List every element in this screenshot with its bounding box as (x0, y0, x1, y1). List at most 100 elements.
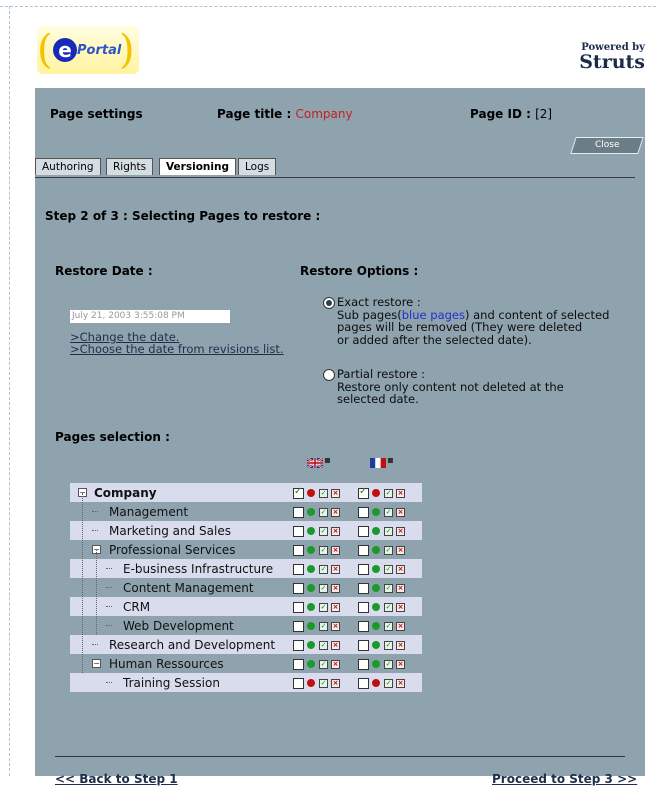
status-dot-icon (372, 508, 380, 516)
restore-checkbox-fr[interactable] (358, 564, 369, 575)
delete-icon[interactable]: × (396, 603, 405, 612)
page-settings-title: Page settings (50, 107, 143, 121)
delete-icon[interactable]: × (331, 508, 340, 517)
restore-checkbox-en[interactable] (293, 621, 304, 632)
tab-rights[interactable]: Rights (106, 158, 154, 175)
delete-icon[interactable]: × (331, 660, 340, 669)
restore-checkbox-en[interactable] (293, 564, 304, 575)
tree-connector (106, 682, 112, 683)
check-icon[interactable]: ✓ (319, 603, 328, 612)
status-dot-icon (372, 565, 380, 573)
check-icon[interactable]: ✓ (319, 584, 328, 593)
fr-flag-caret-icon: ▪ (387, 455, 394, 466)
restore-checkbox-fr[interactable] (358, 621, 369, 632)
status-dot-icon (307, 584, 315, 592)
status-dot-icon (307, 565, 315, 573)
restore-checkbox-en[interactable] (293, 659, 304, 670)
delete-icon[interactable]: × (396, 584, 405, 593)
restore-checkbox-en[interactable] (293, 583, 304, 594)
delete-icon[interactable]: × (396, 660, 405, 669)
tree-row: Training Session ✓ × ✓ × (70, 673, 422, 692)
check-icon[interactable]: ✓ (384, 641, 393, 650)
delete-icon[interactable]: × (331, 603, 340, 612)
restore-checkbox-fr[interactable] (358, 526, 369, 537)
restore-checkbox-en[interactable] (293, 602, 304, 613)
check-icon[interactable]: ✓ (319, 489, 328, 498)
restore-checkbox-en[interactable] (293, 486, 304, 499)
proceed-to-step-3-link[interactable]: Proceed to Step 3 >> (492, 772, 637, 786)
status-dot-icon (372, 622, 380, 630)
check-icon[interactable]: ✓ (319, 508, 328, 517)
restore-checkbox-fr[interactable] (358, 659, 369, 670)
restore-checkbox-fr[interactable] (358, 507, 369, 518)
restore-checkbox-fr[interactable] (358, 545, 369, 556)
delete-icon[interactable]: × (396, 508, 405, 517)
partial-restore-radio[interactable] (323, 369, 335, 381)
settings-panel: Page settings Page title : Company Page … (35, 88, 645, 786)
check-icon[interactable]: ✓ (384, 527, 393, 536)
delete-icon[interactable]: × (396, 546, 405, 555)
check-icon[interactable]: ✓ (319, 622, 328, 631)
back-to-step-1-link[interactable]: << Back to Step 1 (55, 772, 178, 786)
status-dot-icon (372, 641, 380, 649)
check-icon[interactable]: ✓ (319, 527, 328, 536)
status-dot-icon (372, 603, 380, 611)
restore-checkbox-fr[interactable] (358, 583, 369, 594)
tab-authoring[interactable]: Authoring (35, 158, 101, 175)
restore-checkbox-en[interactable] (293, 640, 304, 651)
check-icon[interactable]: ✓ (319, 641, 328, 650)
check-icon[interactable]: ✓ (319, 546, 328, 555)
check-icon[interactable]: ✓ (384, 489, 393, 498)
status-dot-icon (372, 546, 380, 554)
delete-icon[interactable]: × (331, 584, 340, 593)
delete-icon[interactable]: × (396, 622, 405, 631)
delete-icon[interactable]: × (396, 641, 405, 650)
delete-icon[interactable]: × (331, 546, 340, 555)
collapse-toggle-icon[interactable]: − (92, 659, 101, 668)
check-icon[interactable]: ✓ (384, 508, 393, 517)
status-dot-icon (372, 679, 380, 687)
restore-checkbox-fr[interactable] (358, 640, 369, 651)
tree-row: CRM ✓ × ✓ × (70, 597, 422, 616)
status-dot-icon (307, 622, 315, 630)
delete-icon[interactable]: × (331, 489, 340, 498)
exact-restore-radio[interactable] (323, 297, 335, 309)
delete-icon[interactable]: × (331, 679, 340, 688)
check-icon[interactable]: ✓ (384, 546, 393, 555)
delete-icon[interactable]: × (331, 622, 340, 631)
restore-checkbox-en[interactable] (293, 545, 304, 556)
tree-row: − Professional Services ✓ × ✓ × (70, 540, 422, 559)
check-icon[interactable]: ✓ (319, 660, 328, 669)
step-title: Step 2 of 3 : Selecting Pages to restore… (45, 209, 321, 223)
check-icon[interactable]: ✓ (384, 679, 393, 688)
tree-row: Management ✓ × ✓ × (70, 502, 422, 521)
check-icon[interactable]: ✓ (384, 603, 393, 612)
restore-checkbox-fr[interactable] (358, 678, 369, 689)
status-dot-icon (307, 603, 315, 611)
delete-icon[interactable]: × (396, 679, 405, 688)
delete-icon[interactable]: × (331, 527, 340, 536)
check-icon[interactable]: ✓ (384, 584, 393, 593)
restore-checkbox-fr[interactable] (358, 602, 369, 613)
status-dot-icon (307, 546, 315, 554)
check-icon[interactable]: ✓ (384, 622, 393, 631)
close-button[interactable]: Close (570, 137, 644, 154)
delete-icon[interactable]: × (396, 565, 405, 574)
pages-selection-heading: Pages selection : (55, 430, 170, 444)
delete-icon[interactable]: × (331, 641, 340, 650)
check-icon[interactable]: ✓ (319, 679, 328, 688)
choose-date-link[interactable]: >Choose the date from revisions list. (70, 342, 284, 356)
delete-icon[interactable]: × (396, 489, 405, 498)
restore-checkbox-en[interactable] (293, 526, 304, 537)
restore-checkbox-fr[interactable] (358, 486, 369, 499)
check-icon[interactable]: ✓ (384, 660, 393, 669)
tab-versioning[interactable]: Versioning (159, 158, 236, 175)
tree-connector (92, 511, 98, 512)
restore-checkbox-en[interactable] (293, 678, 304, 689)
delete-icon[interactable]: × (396, 527, 405, 536)
check-icon[interactable]: ✓ (319, 565, 328, 574)
delete-icon[interactable]: × (331, 565, 340, 574)
tab-logs[interactable]: Logs (238, 158, 277, 175)
restore-checkbox-en[interactable] (293, 507, 304, 518)
check-icon[interactable]: ✓ (384, 565, 393, 574)
